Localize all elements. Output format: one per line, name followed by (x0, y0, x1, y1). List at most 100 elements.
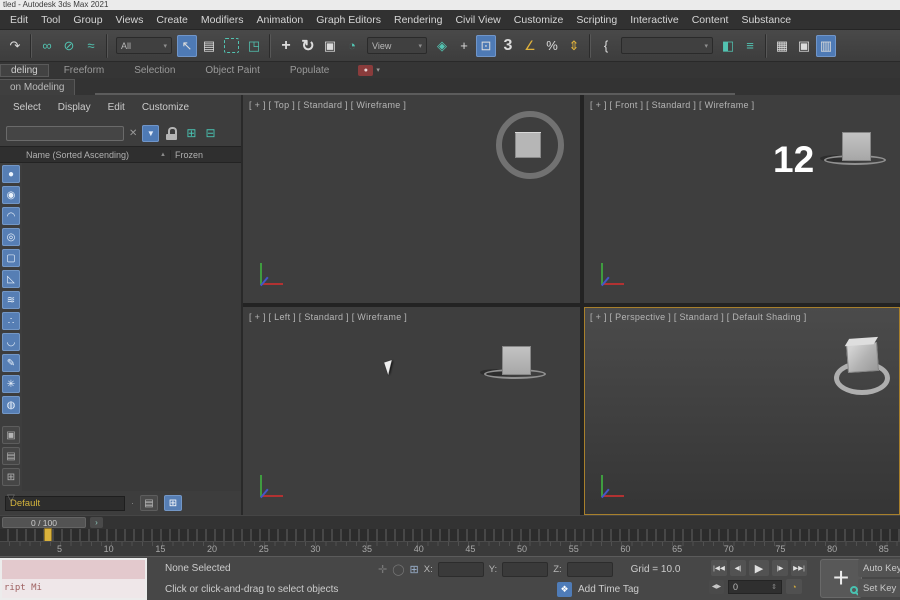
toolbar-separator[interactable] (269, 34, 271, 58)
viewport-left[interactable]: [ + ] [ Left ] [ Standard ] [ Wireframe … (243, 307, 580, 515)
selection-filter-dropdown[interactable]: All ▾ (116, 37, 172, 54)
filter-all-icon[interactable]: ● (2, 165, 20, 183)
display-influences-icon[interactable]: ▤ (2, 447, 20, 465)
explorer-menu-item[interactable]: Customize (142, 102, 189, 113)
time-slider-handle[interactable]: 0 / 100 (2, 517, 86, 528)
filter-funnel-icon[interactable]: ▼ (142, 125, 159, 142)
auto-key-button[interactable]: Auto Key (858, 559, 900, 577)
viewport-front-label[interactable]: [ + ] [ Front ] [ Standard ] [ Wireframe… (590, 100, 754, 110)
column-frozen[interactable]: Frozen (170, 150, 241, 160)
time-tag-icon[interactable]: ❖ (557, 582, 572, 597)
select-and-move-icon[interactable]: + (276, 35, 296, 57)
material-editor-icon[interactable]: ▥ (816, 35, 836, 57)
rect-selection-region-icon[interactable] (224, 38, 239, 53)
preset-dropdown[interactable]: Default (5, 496, 125, 511)
filter-helpers-icon[interactable]: ◺ (2, 270, 20, 288)
spinner-snap-icon[interactable]: ⇕ (564, 35, 584, 57)
menu-item[interactable]: Civil View (455, 14, 500, 26)
use-pivot-center-icon[interactable]: ◈ (432, 35, 452, 57)
track-bar[interactable] (0, 529, 900, 541)
z-coordinate-field[interactable] (567, 562, 613, 577)
edit-named-sets-icon[interactable]: { (596, 35, 616, 57)
schematic-view-icon[interactable]: ▣ (794, 35, 814, 57)
keyboard-override-icon[interactable]: ⊡ (476, 35, 496, 57)
explorer-menu-item[interactable]: Edit (108, 102, 125, 113)
curve-editor-icon[interactable]: ▦ (772, 35, 792, 57)
bind-to-spacewarp-icon[interactable]: ≈ (81, 35, 101, 57)
tab-selection[interactable]: Selection (119, 64, 190, 77)
menu-item[interactable]: Graph Editors (316, 14, 381, 26)
toolbar-separator[interactable] (106, 34, 108, 58)
menu-item[interactable]: Rendering (394, 14, 442, 26)
listener-text[interactable]: ript Mi (2, 579, 145, 598)
viewcube-icon[interactable] (824, 121, 890, 165)
select-and-scale-icon[interactable]: ▣ (320, 35, 340, 57)
spinner-icon[interactable]: ⇕ (771, 583, 777, 591)
unlink-selection-icon[interactable]: ⊘ (59, 35, 79, 57)
tab-populate[interactable]: Populate (275, 64, 344, 77)
named-sets-dropdown[interactable]: ▾ (621, 37, 713, 54)
menu-item[interactable]: Substance (741, 14, 791, 26)
menu-item[interactable]: Scripting (576, 14, 617, 26)
absolute-mode-icon[interactable]: ◯ (392, 563, 404, 576)
chevron-down-icon[interactable]: ▾ (376, 66, 380, 74)
filter-spacewarps-icon[interactable]: ≋ (2, 291, 20, 309)
menu-item[interactable]: Interactive (630, 14, 678, 26)
window-crossing-icon[interactable]: ◳ (244, 35, 264, 57)
polygon-modeling-panel[interactable]: on Modeling (0, 79, 75, 96)
toolbar-separator[interactable] (765, 34, 767, 58)
display-children-icon[interactable]: ▣ (2, 426, 20, 444)
redo-icon[interactable]: ↷ (5, 35, 25, 57)
clear-search-icon[interactable]: ✕ (129, 128, 137, 139)
transform-typein-icon[interactable]: ⊞ (410, 563, 419, 576)
menu-item[interactable]: Customize (514, 14, 564, 26)
time-configuration-icon[interactable]: ◔ (786, 579, 802, 594)
y-coordinate-field[interactable] (502, 562, 548, 577)
next-frame-arrow-icon[interactable]: › (90, 517, 103, 528)
tab-object-paint[interactable]: Object Paint (190, 64, 274, 77)
lock-icon[interactable] (166, 127, 177, 140)
menu-item[interactable]: Tool (41, 14, 60, 26)
x-coordinate-field[interactable] (438, 562, 484, 577)
percent-snap-icon[interactable]: % (542, 35, 562, 57)
set-key-button[interactable]: Set Key (858, 579, 900, 597)
play-button[interactable]: ▶ (749, 560, 769, 576)
viewport-perspective[interactable]: [ + ] [ Perspective ] [ Standard ] [ Def… (584, 307, 900, 515)
align-icon[interactable]: ≡ (740, 35, 760, 57)
menu-item[interactable]: Create (156, 14, 188, 26)
toolbar-separator[interactable] (30, 34, 32, 58)
current-frame-field[interactable]: 0 ⇕ (728, 580, 782, 594)
filter-cameras-icon[interactable]: ▢ (2, 249, 20, 267)
select-and-manipulate-icon[interactable]: + (454, 35, 474, 57)
previous-frame-button[interactable]: ◀| (730, 560, 746, 576)
tab-modeling[interactable]: deling (0, 64, 49, 77)
menu-item[interactable]: Content (692, 14, 729, 26)
add-selection-set-icon[interactable]: ⊞ (186, 126, 196, 140)
viewport-top-label[interactable]: [ + ] [ Top ] [ Standard ] [ Wireframe ] (249, 100, 406, 110)
track-bar-slider[interactable] (44, 528, 52, 542)
explorer-menu-item[interactable]: Display (58, 102, 91, 113)
filter-bones-icon[interactable]: ◡ (2, 333, 20, 351)
filter-particles-icon[interactable]: ∴ (2, 312, 20, 330)
menu-item[interactable]: Animation (257, 14, 304, 26)
set-keys-button[interactable]: + (820, 559, 862, 598)
viewport-top[interactable]: [ + ] [ Top ] [ Standard ] [ Wireframe ] (243, 95, 580, 303)
ribbon-preset-icon[interactable]: ● (358, 65, 373, 76)
filter-geometry-icon[interactable]: ◉ (2, 186, 20, 204)
mirror-icon[interactable]: ◧ (718, 35, 738, 57)
menu-item[interactable]: Edit (10, 14, 28, 26)
toolbar-separator[interactable] (589, 34, 591, 58)
key-mode-toggle-icon[interactable]: ◀▶ (709, 580, 724, 594)
explorer-object-list[interactable] (22, 163, 241, 491)
filter-objects-icon[interactable]: ✎ (2, 354, 20, 372)
filter-hidden-icon[interactable]: ◍ (2, 396, 20, 414)
select-and-link-icon[interactable]: ∞ (37, 35, 57, 57)
snap-toggle-3d-icon[interactable]: 3 (498, 35, 518, 57)
add-time-tag-label[interactable]: Add Time Tag (578, 584, 639, 595)
sync-selection-icon[interactable]: ▽ (2, 489, 20, 507)
go-to-end-button[interactable]: ▶▶| (791, 560, 807, 576)
menu-item[interactable]: Modifiers (201, 14, 244, 26)
viewcube-icon[interactable] (515, 132, 541, 158)
filter-lights-icon[interactable]: ◎ (2, 228, 20, 246)
remove-selection-set-icon[interactable]: ⊟ (205, 126, 215, 140)
